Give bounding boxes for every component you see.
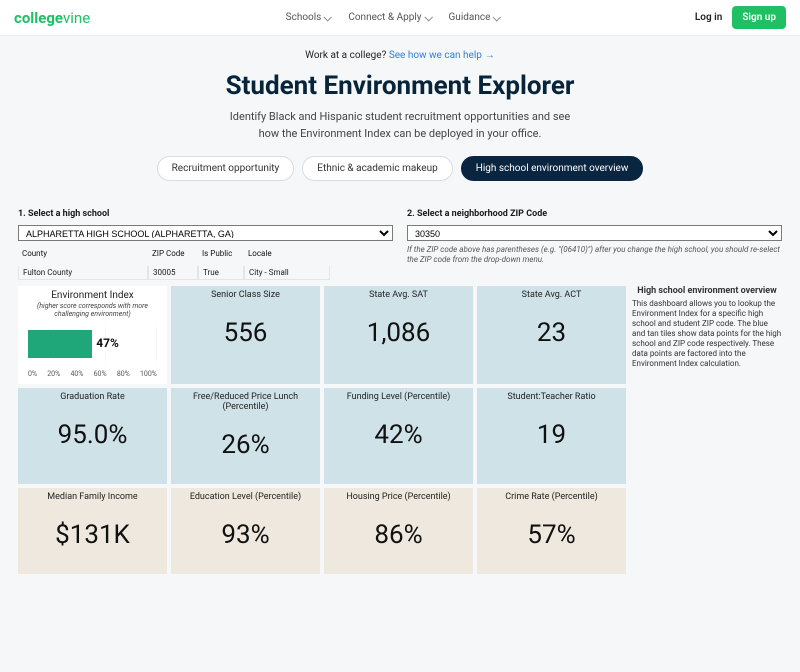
tile-education-level: Education Level (Percentile)93%: [171, 488, 320, 574]
tile-grid: Environment Index (higher score correspo…: [18, 286, 626, 574]
tile-environment-index: Environment Index (higher score correspo…: [18, 286, 167, 384]
page-subtitle: Identify Black and Hispanic student recr…: [0, 109, 800, 142]
zip-note: If the ZIP code above has parentheses (e…: [407, 245, 782, 265]
tile-funding-level: Funding Level (Percentile)42%: [324, 388, 473, 484]
tab-environment-overview[interactable]: High school environment overview: [461, 156, 644, 181]
tile-senior-class: Senior Class Size556: [171, 286, 320, 384]
zip-select[interactable]: 30350: [407, 225, 782, 241]
nav-connect-apply[interactable]: Connect & Apply: [348, 12, 430, 23]
nav-guidance[interactable]: Guidance: [449, 12, 500, 23]
hs-meta-header: County ZIP Code Is Public Locale: [18, 247, 393, 260]
side-panel: High school environment overview This da…: [632, 286, 782, 574]
zip-select-label: 2. Select a neighborhood ZIP Code: [407, 209, 782, 219]
tile-state-sat: State Avg. SAT1,086: [324, 286, 473, 384]
tile-free-lunch: Free/Reduced Price Lunch (Percentile)26%: [171, 388, 320, 484]
brand-logo[interactable]: collegevine: [14, 9, 90, 27]
chevron-down-icon: [324, 13, 332, 21]
chevron-down-icon: [424, 13, 432, 21]
tab-ethnic-academic[interactable]: Ethnic & academic makeup: [302, 156, 452, 181]
hs-select[interactable]: ALPHARETTA HIGH SCHOOL (ALPHARETTA, GA): [18, 225, 393, 241]
auth-nav: Log in Sign up: [695, 6, 786, 29]
work-at-college-prompt: Work at a college? See how we can help→: [0, 50, 800, 61]
tile-median-income: Median Family Income$131K: [18, 488, 167, 574]
hs-meta-row: Fulton County 30005 True City - Small: [18, 266, 393, 280]
top-nav: collegevine Schools Connect & Apply Guid…: [0, 0, 800, 36]
side-title: High school environment overview: [632, 286, 782, 296]
page-title: Student Environment Explorer: [0, 71, 800, 101]
tile-state-act: State Avg. ACT23: [477, 286, 626, 384]
tab-bar: Recruitment opportunity Ethnic & academi…: [0, 156, 800, 181]
main-nav: Schools Connect & Apply Guidance: [286, 12, 500, 23]
tile-housing-price: Housing Price (Percentile)86%: [324, 488, 473, 574]
tab-recruitment[interactable]: Recruitment opportunity: [157, 156, 295, 181]
dashboard: 1. Select a high school ALPHARETTA HIGH …: [0, 209, 800, 584]
side-body: This dashboard allows you to lookup the …: [632, 299, 782, 369]
tile-graduation-rate: Graduation Rate95.0%: [18, 388, 167, 484]
arrow-right-icon: →: [485, 50, 495, 61]
tile-crime-rate: Crime Rate (Percentile)57%: [477, 488, 626, 574]
hs-select-label: 1. Select a high school: [18, 209, 393, 219]
hero: Work at a college? See how we can help→ …: [0, 36, 800, 209]
login-link[interactable]: Log in: [695, 12, 722, 23]
chevron-down-icon: [493, 13, 501, 21]
see-how-link[interactable]: See how we can help: [389, 50, 482, 61]
tile-student-teacher: Student:Teacher Ratio19: [477, 388, 626, 484]
signup-button[interactable]: Sign up: [732, 6, 786, 29]
nav-schools[interactable]: Schools: [286, 12, 331, 23]
env-index-bar: 47% 0%20%40%60%80%100%: [22, 326, 163, 378]
